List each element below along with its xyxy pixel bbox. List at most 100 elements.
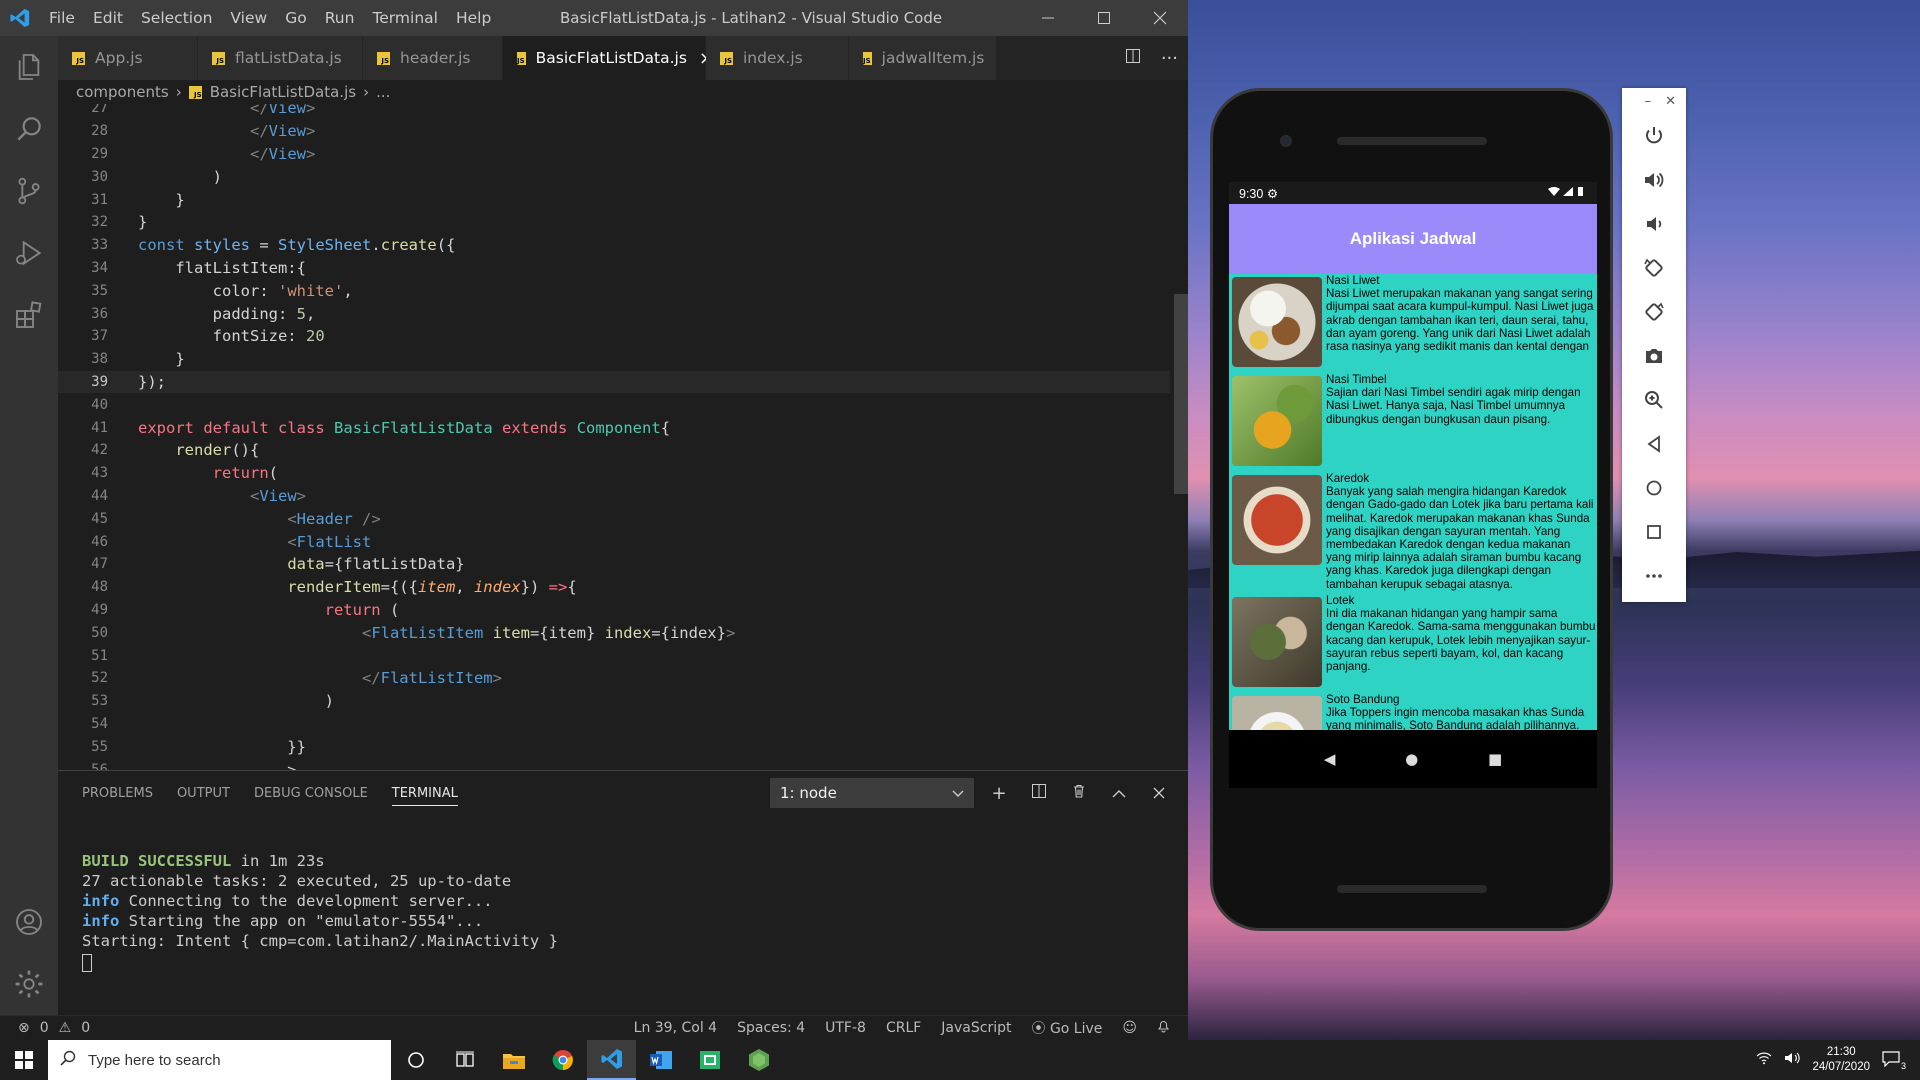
rotate-left-button[interactable] <box>1622 246 1686 290</box>
extensions-icon[interactable] <box>0 284 58 346</box>
list-item[interactable]: Soto Bandung Jika Toppers ingin mencoba … <box>1229 693 1597 730</box>
code-line: 46 <FlatList <box>58 530 1170 553</box>
zoom-icon[interactable] <box>1622 378 1686 422</box>
line-number: 37 <box>91 328 108 345</box>
volume-up-button[interactable] <box>1622 158 1686 202</box>
notification-center-icon[interactable]: 3 <box>1882 1051 1906 1071</box>
terminal-select[interactable]: 1: node <box>770 778 974 808</box>
status-eol[interactable]: CRLF <box>886 1020 921 1036</box>
split-terminal-icon[interactable] <box>1028 783 1050 804</box>
status-indentation[interactable]: Spaces: 4 <box>737 1020 805 1036</box>
search-icon[interactable] <box>0 98 58 160</box>
file-explorer-icon[interactable] <box>489 1040 538 1080</box>
more-actions-icon[interactable]: ··· <box>1161 48 1178 69</box>
volume-down-button[interactable] <box>1622 202 1686 246</box>
bell-icon[interactable] <box>1157 1019 1170 1037</box>
tab-jadwalitem-js[interactable]: JS jadwalItem.js <box>849 36 997 80</box>
trash-icon[interactable] <box>1068 783 1090 804</box>
tab-basicflatlistdata-js[interactable]: JS BasicFlatListData.js × <box>503 36 714 80</box>
feedback-icon[interactable]: ☺ <box>1122 1020 1137 1036</box>
emulator-minimize-button[interactable]: – <box>1645 94 1652 109</box>
vscode-taskbar-icon[interactable] <box>587 1040 636 1080</box>
back-button[interactable]: ◀ <box>1324 750 1336 768</box>
speaker-icon[interactable] <box>1784 1051 1801 1070</box>
taskbar-clock[interactable]: 21:30 24/07/2020 <box>1812 1045 1870 1075</box>
activity-bar <box>0 36 58 1015</box>
warning-icon: ⚠ <box>58 1020 72 1036</box>
tab-header-js[interactable]: JS header.js <box>363 36 503 80</box>
tab-debug-console[interactable]: DEBUG CONSOLE <box>254 786 368 801</box>
food-list[interactable]: Nasi Liwet Nasi Liwet merupakan makanan … <box>1229 274 1597 730</box>
menu-run[interactable]: Run <box>316 9 364 27</box>
recents-button[interactable]: ■ <box>1488 750 1502 768</box>
back-triangle-icon[interactable] <box>1622 422 1686 466</box>
close-window-button[interactable] <box>1132 0 1188 36</box>
phone-screen[interactable]: 9:30 ⚙ Aplikasi Jadwal Nasi Liwet Nasi L… <box>1229 182 1597 788</box>
close-panel-icon[interactable] <box>1148 783 1170 804</box>
menu-file[interactable]: File <box>40 9 84 27</box>
menu-terminal[interactable]: Terminal <box>363 9 447 27</box>
home-button[interactable]: ● <box>1405 750 1418 768</box>
breadcrumb-file[interactable]: BasicFlatListData.js <box>210 83 356 101</box>
status-cursor-position[interactable]: Ln 39, Col 4 <box>634 1020 717 1036</box>
menu-help[interactable]: Help <box>447 9 500 27</box>
task-view-icon[interactable] <box>440 1040 489 1080</box>
maximize-button[interactable] <box>1076 0 1132 36</box>
menu-view[interactable]: View <box>221 9 276 27</box>
line-number: 29 <box>91 145 108 162</box>
editor-scrollbar[interactable] <box>1174 294 1188 494</box>
list-item[interactable]: Nasi Liwet Nasi Liwet merupakan makanan … <box>1229 274 1597 370</box>
nodejs-icon[interactable] <box>734 1040 783 1080</box>
list-item[interactable]: Nasi Timbel Sajian dari Nasi Timbel send… <box>1229 373 1597 469</box>
menu-selection[interactable]: Selection <box>132 9 221 27</box>
word-icon[interactable] <box>636 1040 685 1080</box>
taskbar-search-box[interactable]: Type here to search <box>48 1040 391 1080</box>
maximize-panel-icon[interactable] <box>1108 783 1130 804</box>
camera-icon[interactable] <box>1622 334 1686 378</box>
status-problems[interactable]: ⊗ 0 ⚠ 0 <box>0 1020 90 1036</box>
menu-go[interactable]: Go <box>276 9 316 27</box>
phone-speaker <box>1337 137 1487 145</box>
status-language[interactable]: JavaScript <box>941 1020 1011 1036</box>
power-button[interactable] <box>1622 114 1686 158</box>
chrome-icon[interactable] <box>538 1040 587 1080</box>
cortana-icon[interactable] <box>391 1040 440 1080</box>
line-number: 43 <box>91 465 108 482</box>
status-golive[interactable]: ⦿ Go Live <box>1031 1018 1102 1038</box>
more-options-icon[interactable] <box>1622 554 1686 598</box>
status-encoding[interactable]: UTF-8 <box>825 1020 866 1036</box>
source-control-icon[interactable] <box>0 160 58 222</box>
tab-terminal[interactable]: TERMINAL <box>391 781 458 806</box>
rotate-right-button[interactable] <box>1622 290 1686 334</box>
line-number: 55 <box>91 738 108 755</box>
explorer-icon[interactable] <box>0 36 58 98</box>
split-editor-icon[interactable] <box>1125 48 1141 69</box>
minimize-button[interactable] <box>1020 0 1076 36</box>
list-item[interactable]: Karedok Banyak yang salah mengira hidang… <box>1229 472 1597 591</box>
accounts-icon[interactable] <box>0 891 58 953</box>
breadcrumb: components › JS BasicFlatListData.js › .… <box>58 80 1188 104</box>
tab-index-js[interactable]: JS index.js <box>706 36 849 80</box>
run-debug-icon[interactable] <box>0 222 58 284</box>
tab-app-js[interactable]: JS App.js <box>58 36 198 80</box>
code-line: 56 > <box>58 758 1170 770</box>
tab-flatlistdata-js[interactable]: JS flatListData.js <box>198 36 363 80</box>
breadcrumb-more[interactable]: ... <box>376 83 390 101</box>
gear-icon[interactable] <box>0 953 58 1015</box>
overview-square-icon[interactable] <box>1622 510 1686 554</box>
breadcrumb-folder[interactable]: components <box>76 83 169 101</box>
terminal-output[interactable]: BUILD SUCCESSFUL in 1m 23s 27 actionable… <box>82 851 558 977</box>
tab-output[interactable]: OUTPUT <box>177 786 230 801</box>
code-editor[interactable]: 27 </View> 28 </View> 29 </View> 30 ) 31… <box>58 104 1188 770</box>
windows-start-button[interactable] <box>0 1040 48 1080</box>
tab-problems[interactable]: PROBLEMS <box>82 786 153 801</box>
menu-edit[interactable]: Edit <box>84 9 132 27</box>
js-file-icon: JS <box>517 51 526 65</box>
list-item[interactable]: Lotek Ini dia makanan hidangan yang hamp… <box>1229 594 1597 690</box>
android-studio-icon[interactable] <box>685 1040 734 1080</box>
emulator-close-button[interactable]: ✕ <box>1665 94 1676 109</box>
home-circle-icon[interactable] <box>1622 466 1686 510</box>
new-terminal-icon[interactable]: + <box>988 783 1010 804</box>
chevron-down-icon <box>952 784 964 802</box>
wifi-icon[interactable] <box>1756 1051 1772 1070</box>
